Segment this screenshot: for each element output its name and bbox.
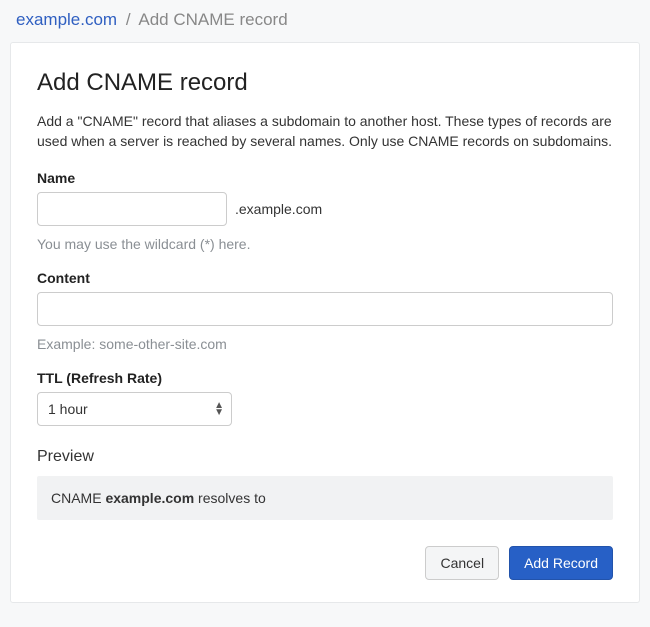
content-input[interactable] — [37, 292, 613, 326]
breadcrumb: example.com / Add CNAME record — [10, 10, 640, 42]
preview-suffix: resolves to — [194, 490, 266, 506]
page-title: Add CNAME record — [37, 69, 613, 97]
content-group: Content Example: some-other-site.com — [37, 270, 613, 352]
preview-domain: example.com — [105, 490, 194, 506]
form-panel: Add CNAME record Add a "CNAME" record th… — [10, 42, 640, 603]
name-suffix: .example.com — [235, 201, 322, 217]
add-record-button[interactable]: Add Record — [509, 546, 613, 580]
page-description: Add a "CNAME" record that aliases a subd… — [37, 111, 613, 152]
ttl-group: TTL (Refresh Rate) 1 hour ▲▼ — [37, 370, 613, 426]
name-label: Name — [37, 170, 613, 186]
ttl-select[interactable]: 1 hour — [37, 392, 232, 426]
breadcrumb-separator: / — [126, 10, 131, 29]
ttl-label: TTL (Refresh Rate) — [37, 370, 613, 386]
name-input[interactable] — [37, 192, 227, 226]
button-row: Cancel Add Record — [37, 546, 613, 580]
preview-prefix: CNAME — [51, 490, 105, 506]
content-label: Content — [37, 270, 613, 286]
content-hint: Example: some-other-site.com — [37, 336, 613, 352]
preview-box: CNAME example.com resolves to — [37, 476, 613, 520]
name-group: Name .example.com You may use the wildca… — [37, 170, 613, 252]
preview-heading: Preview — [37, 448, 613, 466]
breadcrumb-current: Add CNAME record — [138, 10, 287, 29]
breadcrumb-domain-link[interactable]: example.com — [16, 10, 117, 29]
name-hint: You may use the wildcard (*) here. — [37, 236, 613, 252]
cancel-button[interactable]: Cancel — [425, 546, 499, 580]
